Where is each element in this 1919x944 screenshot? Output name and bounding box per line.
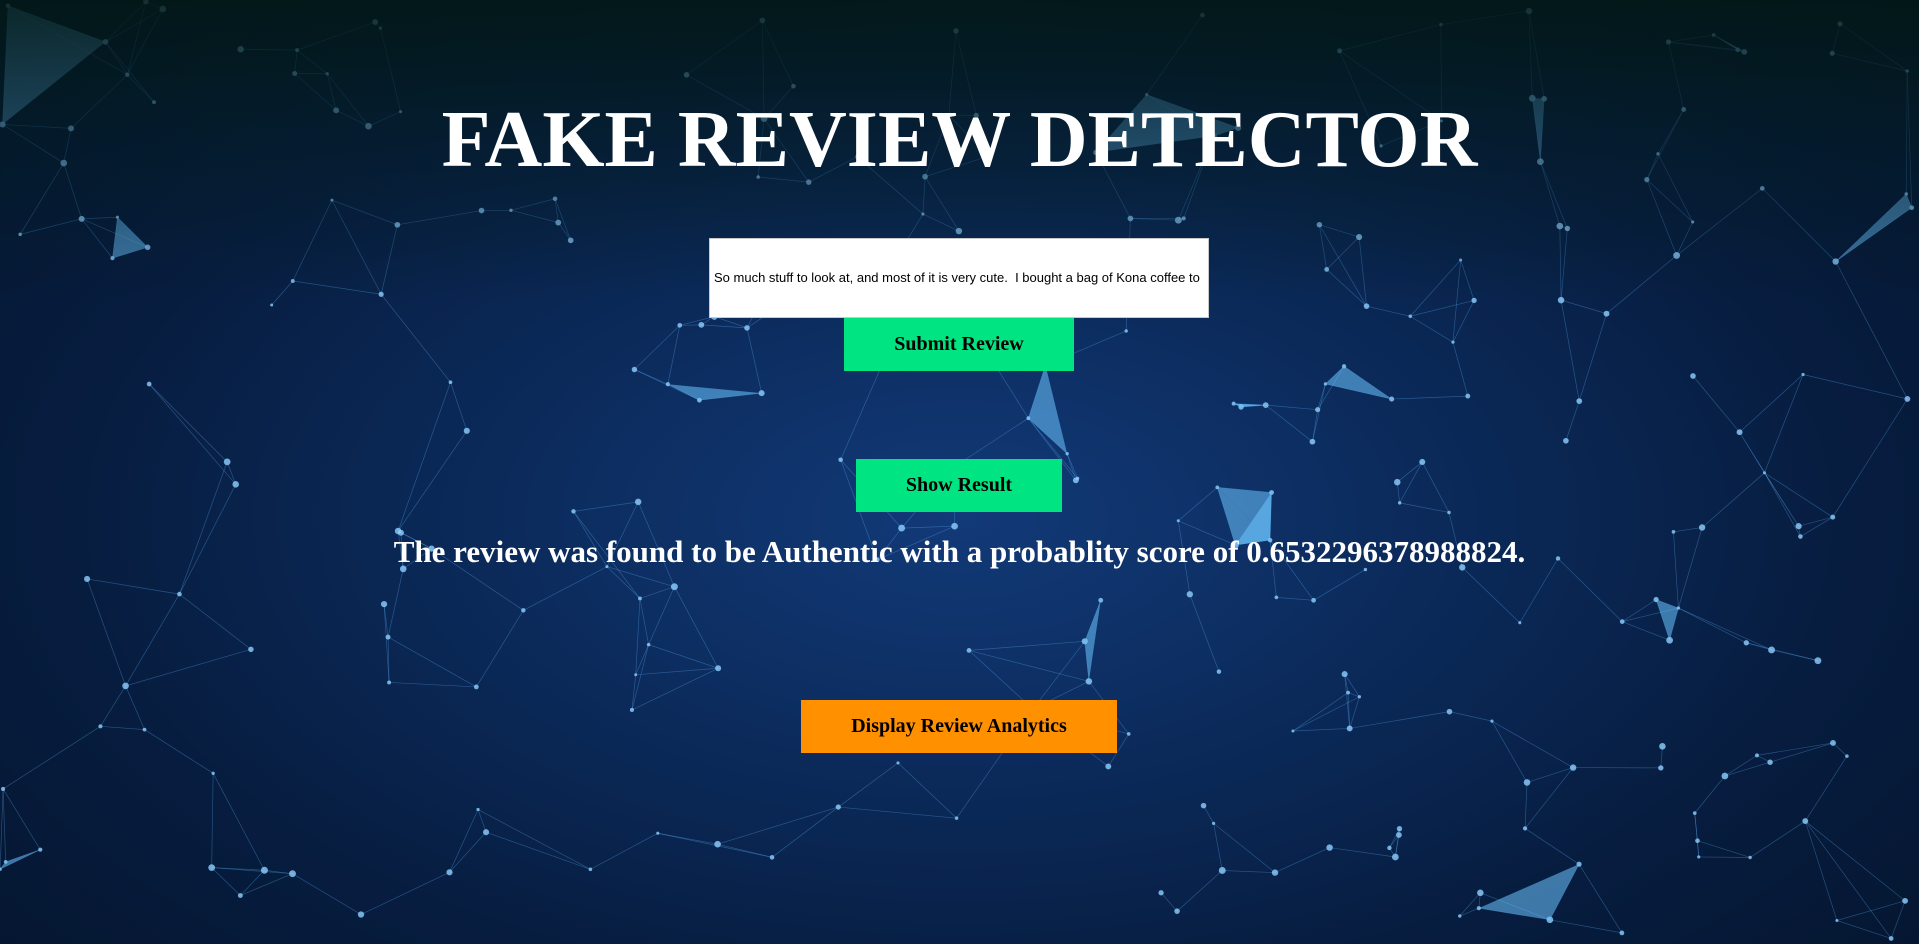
show-result-button[interactable]: Show Result bbox=[856, 459, 1062, 512]
page-title: FAKE REVIEW DETECTOR bbox=[441, 96, 1478, 184]
result-message: The review was found to be Authentic wit… bbox=[393, 534, 1526, 569]
review-input[interactable] bbox=[709, 238, 1209, 318]
page-content: FAKE REVIEW DETECTOR Submit Review Show … bbox=[0, 0, 1919, 944]
display-review-analytics-button[interactable]: Display Review Analytics bbox=[801, 700, 1117, 753]
submit-review-button[interactable]: Submit Review bbox=[844, 318, 1074, 371]
